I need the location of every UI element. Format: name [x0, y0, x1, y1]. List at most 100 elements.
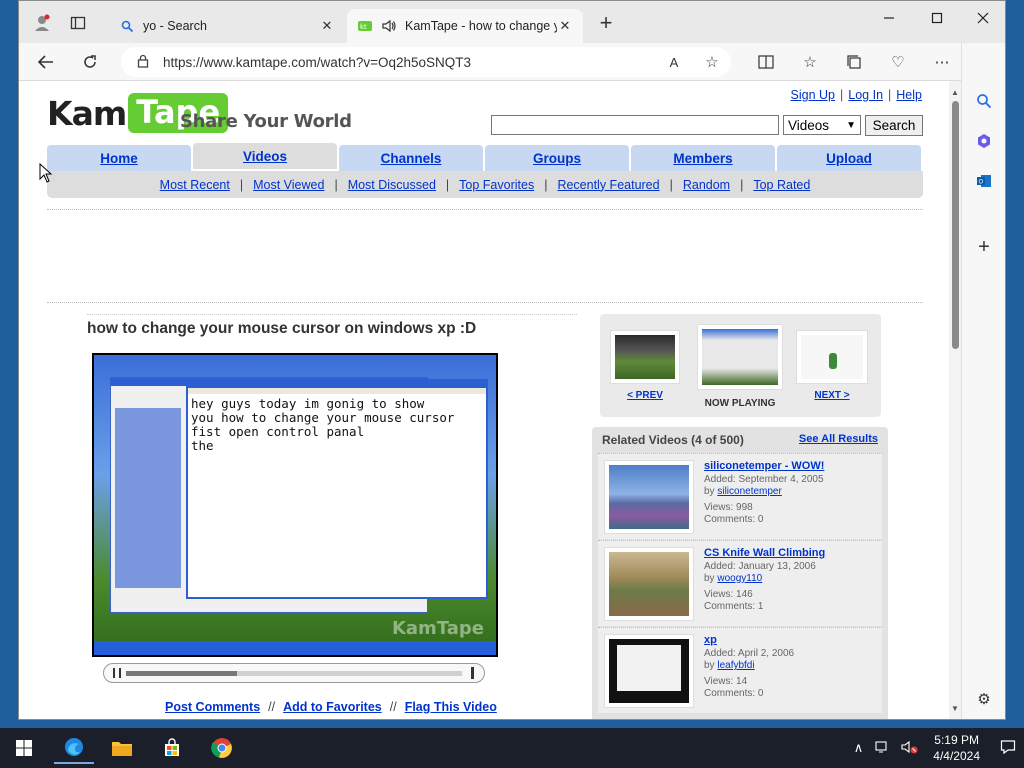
main-nav: Home Videos Channels Groups Members Uplo…: [47, 143, 923, 171]
video-thumbnail[interactable]: [604, 460, 694, 534]
tab-kamtape[interactable]: kt KamTape - how to change y ✕: [347, 9, 583, 43]
related-header: Related Videos (4 of 500) See All Result…: [602, 433, 878, 447]
post-comments-link[interactable]: Post Comments: [165, 700, 260, 714]
log-in-link[interactable]: Log In: [848, 88, 883, 102]
sign-up-link[interactable]: Sign Up: [791, 88, 835, 102]
flag-video-link[interactable]: Flag This Video: [405, 700, 497, 714]
read-aloud-icon[interactable]: A: [661, 49, 687, 75]
speaker-icon[interactable]: [381, 18, 397, 34]
windows-start-icon[interactable]: [4, 732, 44, 764]
video-frame: hey guys today im gonig to show you how …: [94, 355, 496, 655]
seek-bar[interactable]: [126, 671, 462, 676]
favorite-star-icon[interactable]: ☆: [699, 49, 725, 75]
clock[interactable]: 5:19 PM 4/4/2024: [933, 732, 980, 764]
now-playing-strip: < PREV NOW PLAYING NEXT >: [600, 314, 881, 417]
tab-actions-icon[interactable]: [65, 10, 91, 36]
more-menu-icon[interactable]: ⋯: [929, 49, 955, 75]
subnav-random[interactable]: Random: [683, 178, 730, 192]
network-icon[interactable]: [875, 740, 891, 757]
split-screen-icon[interactable]: [753, 49, 779, 75]
tab-members[interactable]: Members: [631, 145, 775, 171]
related-title[interactable]: CS Knife Wall Climbing: [704, 547, 825, 560]
current-video-thumbnail[interactable]: [697, 324, 783, 390]
search-icon[interactable]: [970, 87, 998, 115]
volume-icon[interactable]: [471, 667, 474, 679]
chevron-down-icon: ▼: [846, 119, 856, 131]
next-link[interactable]: NEXT >: [796, 390, 868, 401]
video-actions: Post Comments//Add to Favorites//Flag Th…: [165, 700, 497, 714]
video-screen-text: hey guys today im gonig to show you how …: [191, 396, 455, 453]
now-playing-label: NOW PLAYING: [704, 398, 776, 409]
video-player[interactable]: hey guys today im gonig to show you how …: [92, 353, 498, 657]
tab-videos[interactable]: Videos: [193, 143, 337, 169]
favorites-icon[interactable]: ☆: [797, 49, 823, 75]
subnav-most-discussed[interactable]: Most Discussed: [348, 178, 436, 192]
subnav-recently-featured[interactable]: Recently Featured: [557, 178, 659, 192]
add-sidebar-icon[interactable]: +: [970, 233, 998, 261]
subnav-most-viewed[interactable]: Most Viewed: [253, 178, 324, 192]
subnav-top-rated[interactable]: Top Rated: [753, 178, 810, 192]
scroll-up-icon[interactable]: ▲: [949, 85, 961, 99]
tab-channels[interactable]: Channels: [339, 145, 483, 171]
store-icon[interactable]: [152, 732, 192, 764]
subnav-top-favorites[interactable]: Top Favorites: [459, 178, 534, 192]
chrome-icon[interactable]: [202, 732, 242, 764]
clock-date: 4/4/2024: [933, 749, 980, 763]
related-title[interactable]: siliconetemper - WOW!: [704, 460, 824, 473]
prev-link[interactable]: < PREV: [610, 390, 680, 401]
back-icon[interactable]: [32, 49, 60, 75]
divider: [47, 302, 923, 303]
video-thumbnail[interactable]: [604, 547, 694, 621]
list-item[interactable]: siliconetemper - WOW! Added: September 4…: [598, 453, 882, 539]
related-views: Views: 14: [704, 675, 748, 687]
see-all-results-link[interactable]: See All Results: [799, 433, 878, 447]
help-link[interactable]: Help: [896, 88, 922, 102]
add-to-favorites-link[interactable]: Add to Favorites: [283, 700, 382, 714]
address-bar-row: https://www.kamtape.com/watch?v=Oq2h5oSN…: [19, 43, 1005, 81]
subnav-most-recent[interactable]: Most Recent: [160, 178, 230, 192]
minimize-icon[interactable]: [867, 7, 911, 29]
volume-muted-icon[interactable]: [901, 740, 919, 757]
related-author-link[interactable]: leafybfdi: [717, 660, 754, 671]
scroll-down-icon[interactable]: ▼: [949, 701, 961, 715]
list-item[interactable]: CS Knife Wall Climbing Added: January 13…: [598, 540, 882, 626]
maximize-icon[interactable]: [915, 7, 959, 29]
refresh-icon[interactable]: [76, 49, 104, 75]
video-thumbnail[interactable]: [604, 634, 694, 708]
notifications-icon[interactable]: [1000, 739, 1016, 758]
tab-search[interactable]: yo - Search ✕: [109, 9, 345, 43]
tab-home[interactable]: Home: [47, 145, 191, 171]
shopping-icon[interactable]: [970, 127, 998, 155]
video-content-taskbar: [94, 641, 496, 655]
tab-groups[interactable]: Groups: [485, 145, 629, 171]
list-item[interactable]: xp Added: April 2, 2006 by leafybfdi Vie…: [598, 627, 882, 713]
related-author-link[interactable]: siliconetemper: [717, 486, 781, 497]
gear-icon[interactable]: ⚙: [970, 685, 998, 713]
related-author-link[interactable]: woogy110: [717, 573, 762, 584]
vertical-scrollbar[interactable]: ▲ ▼: [949, 81, 961, 719]
edge-taskbar-icon[interactable]: [54, 732, 94, 764]
browser-essentials-icon[interactable]: ♡: [885, 49, 911, 75]
scroll-thumb[interactable]: [952, 101, 959, 349]
search-type-select[interactable]: Videos ▼: [783, 115, 861, 135]
prev-video-thumbnail[interactable]: [610, 330, 680, 384]
profile-icon[interactable]: [29, 10, 55, 36]
tab-upload[interactable]: Upload: [777, 145, 921, 171]
search-input[interactable]: [491, 115, 779, 135]
outlook-icon[interactable]: O: [970, 167, 998, 195]
chevron-up-icon[interactable]: ∧: [854, 740, 864, 756]
related-title[interactable]: xp: [704, 634, 794, 647]
related-comments: Comments: 1: [704, 601, 764, 612]
close-window-icon[interactable]: [961, 7, 1005, 29]
pause-icon[interactable]: [113, 668, 121, 678]
new-tab-icon[interactable]: +: [593, 10, 619, 36]
file-explorer-icon[interactable]: [102, 732, 142, 764]
search-button[interactable]: Search: [865, 115, 923, 136]
lock-icon[interactable]: [137, 54, 149, 71]
close-icon[interactable]: ✕: [319, 18, 335, 34]
address-bar[interactable]: https://www.kamtape.com/watch?v=Oq2h5oSN…: [121, 47, 731, 77]
close-icon[interactable]: ✕: [557, 18, 573, 34]
next-video-thumbnail[interactable]: [796, 330, 868, 384]
tab-title: KamTape - how to change y: [405, 19, 557, 33]
collections-icon[interactable]: [841, 49, 867, 75]
